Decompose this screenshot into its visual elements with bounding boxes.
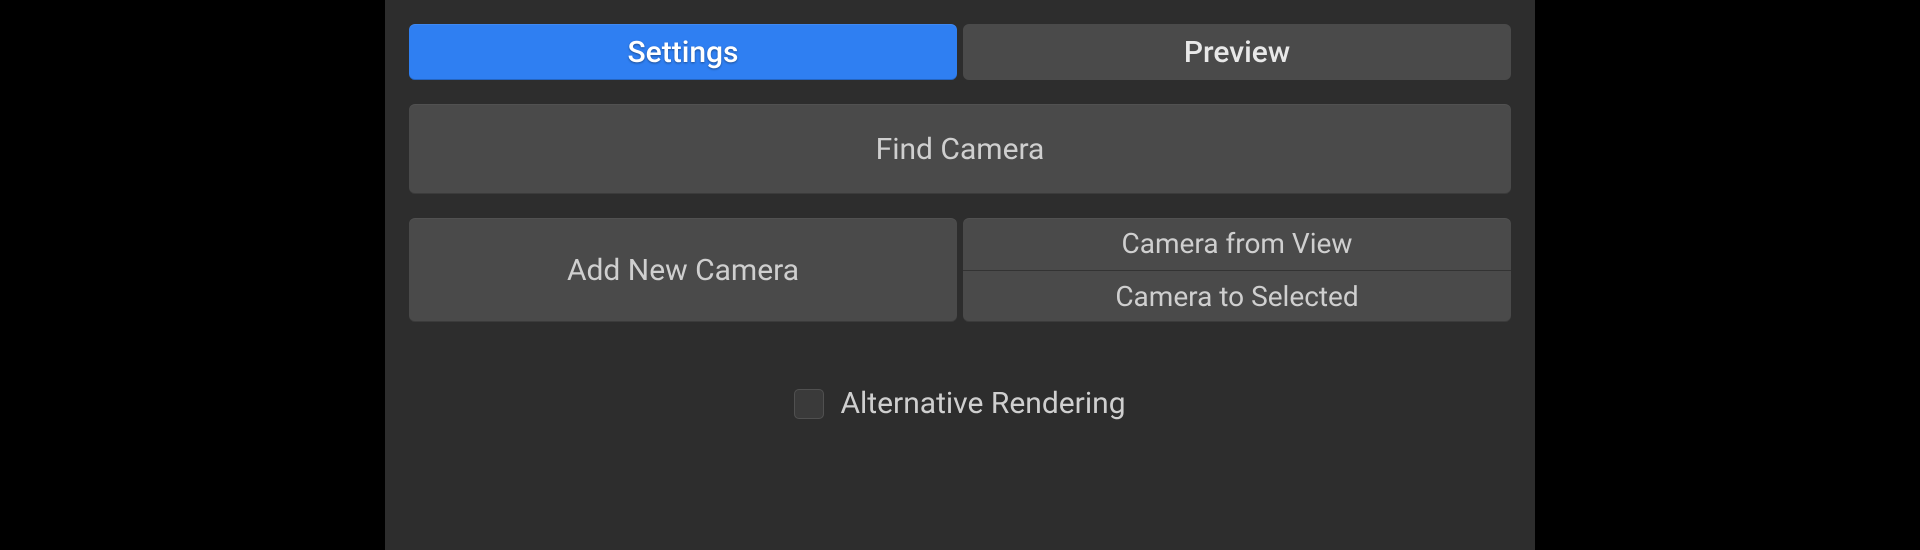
tab-preview[interactable]: Preview bbox=[963, 24, 1511, 80]
add-new-camera-button[interactable]: Add New Camera bbox=[409, 218, 957, 322]
camera-from-view-button[interactable]: Camera from View bbox=[963, 218, 1511, 270]
alternative-rendering-row: Alternative Rendering bbox=[409, 386, 1511, 421]
find-camera-row: Find Camera bbox=[409, 104, 1511, 194]
camera-settings-panel: Settings Preview Find Camera Add New Cam… bbox=[385, 0, 1535, 550]
find-camera-button[interactable]: Find Camera bbox=[409, 104, 1511, 194]
tab-settings[interactable]: Settings bbox=[409, 24, 957, 80]
alternative-rendering-checkbox[interactable] bbox=[794, 389, 824, 419]
alternative-rendering-label[interactable]: Alternative Rendering bbox=[840, 386, 1125, 421]
camera-to-selected-button[interactable]: Camera to Selected bbox=[963, 270, 1511, 323]
camera-ops-row: Add New Camera Camera from View Camera t… bbox=[409, 218, 1511, 322]
camera-ops-right-group: Camera from View Camera to Selected bbox=[963, 218, 1511, 322]
tabs-row: Settings Preview bbox=[409, 24, 1511, 80]
